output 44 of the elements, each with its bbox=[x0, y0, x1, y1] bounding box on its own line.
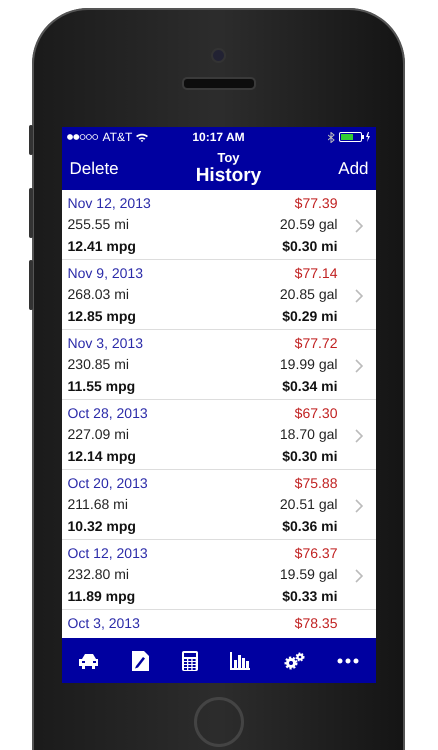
delete-button[interactable]: Delete bbox=[70, 158, 119, 178]
entry-cost-per-mile: $0.36 mi bbox=[282, 518, 338, 534]
carrier-name: AT&T bbox=[102, 130, 132, 144]
entry-cost-per-mile: $0.33 mi bbox=[282, 588, 338, 604]
add-button[interactable]: Add bbox=[338, 158, 368, 178]
entry-distance: 255.55 mi bbox=[68, 216, 129, 232]
entry-cost: $75.88 bbox=[294, 474, 338, 491]
entry-volume: 19.59 gal bbox=[280, 566, 338, 582]
entry-mileage: 12.14 mpg bbox=[68, 448, 136, 464]
status-time: 10:17 AM bbox=[192, 130, 245, 144]
entry-distance: 227.09 mi bbox=[68, 426, 129, 442]
entry-volume: 20.59 gal bbox=[280, 216, 338, 232]
entry-cost: $77.39 bbox=[294, 194, 338, 211]
vehicle-name: Toy bbox=[217, 150, 240, 165]
entry-volume: 20.51 gal bbox=[280, 496, 338, 512]
entry-cost-per-mile: $0.34 mi bbox=[282, 378, 338, 394]
entry-cost-per-mile: $0.30 mi bbox=[282, 238, 338, 254]
entry-date: Nov 9, 2013 bbox=[68, 264, 143, 281]
entry-mileage: 10.32 mpg bbox=[68, 518, 136, 534]
entry-date: Oct 20, 2013 bbox=[68, 474, 148, 491]
entry-cost-per-mile: $0.29 mi bbox=[282, 308, 338, 324]
entry-cost: $77.14 bbox=[294, 264, 338, 281]
entry-cost: $78.35 bbox=[294, 614, 338, 631]
entry-mileage: 12.41 mpg bbox=[68, 238, 136, 254]
entry-cost-per-mile: $0.30 mi bbox=[282, 448, 338, 464]
entry-cost: $76.37 bbox=[294, 544, 338, 561]
entry-cost: $77.72 bbox=[294, 334, 338, 351]
entry-date: Oct 28, 2013 bbox=[68, 404, 148, 421]
entry-mileage: 11.55 mpg bbox=[68, 378, 136, 394]
entry-date: Oct 3, 2013 bbox=[68, 614, 140, 631]
entry-volume: 18.70 gal bbox=[280, 426, 338, 442]
entry-distance: 211.68 mi bbox=[68, 496, 128, 512]
entry-distance: 268.03 mi bbox=[68, 286, 129, 302]
entry-distance: 232.80 mi bbox=[68, 566, 129, 582]
entry-date: Nov 3, 2013 bbox=[68, 334, 143, 351]
entry-mileage: 11.89 mpg bbox=[68, 588, 136, 604]
entry-date: Oct 12, 2013 bbox=[68, 544, 148, 561]
entry-distance: 230.85 mi bbox=[68, 356, 129, 372]
screen-title: History bbox=[196, 165, 262, 187]
entry-mileage: 12.85 mpg bbox=[68, 308, 136, 324]
entry-cost: $67.30 bbox=[294, 404, 338, 421]
entry-volume: 19.99 gal bbox=[280, 356, 338, 372]
entry-date: Nov 12, 2013 bbox=[68, 194, 151, 211]
entry-volume: 20.85 gal bbox=[280, 286, 338, 302]
